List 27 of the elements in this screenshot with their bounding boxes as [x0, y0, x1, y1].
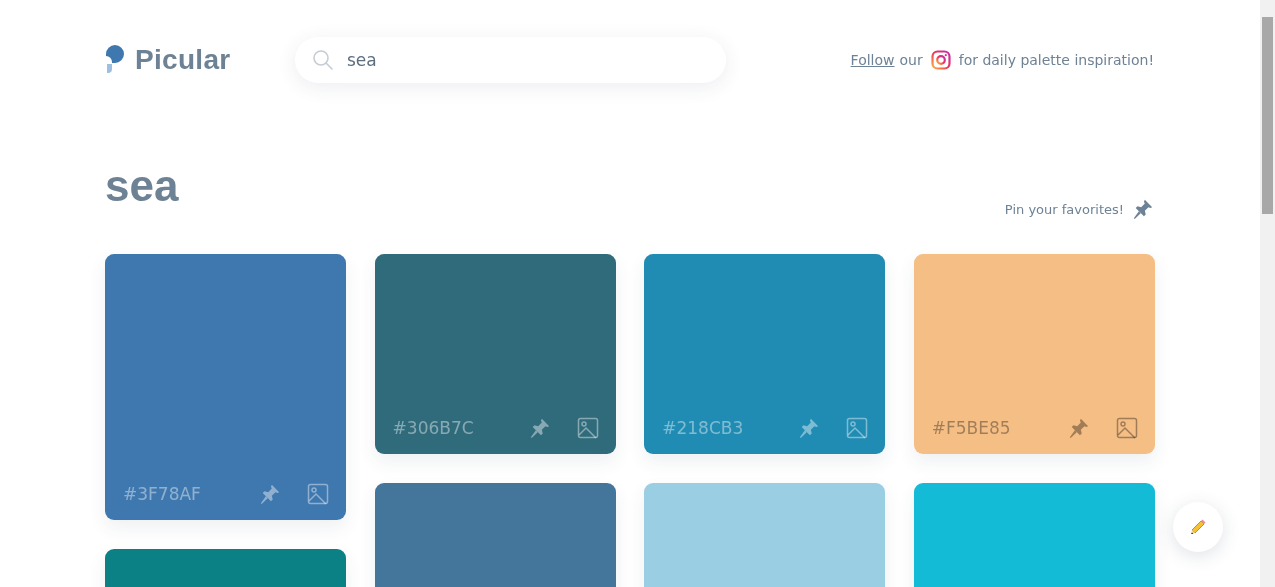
hex-code: #218CB3: [662, 418, 744, 438]
logo-icon: [105, 45, 125, 75]
promo-text: our: [899, 52, 923, 68]
color-swatch[interactable]: #218CB3: [644, 254, 886, 454]
instagram-icon[interactable]: [930, 50, 951, 70]
hex-code: #3F78AF: [123, 484, 201, 504]
pin-icon: [1132, 198, 1154, 220]
image-icon[interactable]: [1115, 417, 1138, 439]
scrollbar[interactable]: [1260, 0, 1275, 587]
color-swatch[interactable]: #F5BE85: [913, 254, 1155, 454]
promo-text: for daily palette inspiration!: [958, 52, 1154, 68]
pencil-icon: [1189, 518, 1207, 536]
search-field[interactable]: sea: [295, 37, 726, 83]
color-swatch[interactable]: #3F78AF: [105, 254, 346, 520]
search-heading: sea: [105, 164, 179, 208]
pin-hint-text: Pin your favorites!: [1004, 201, 1124, 217]
pin-icon[interactable]: [528, 417, 551, 439]
logo-text[interactable]: Picular: [135, 44, 231, 76]
edit-button[interactable]: [1173, 502, 1223, 552]
scroll-thumb[interactable]: [1262, 17, 1273, 214]
follow-link[interactable]: Follow: [850, 52, 895, 68]
pin-icon[interactable]: [259, 483, 281, 505]
pin-icon[interactable]: [1067, 417, 1090, 439]
hex-code: #F5BE85: [931, 418, 1011, 438]
pin-icon[interactable]: [798, 417, 821, 439]
hex-code: #306B7C: [392, 418, 474, 438]
color-swatch[interactable]: #306B7C: [374, 254, 616, 454]
